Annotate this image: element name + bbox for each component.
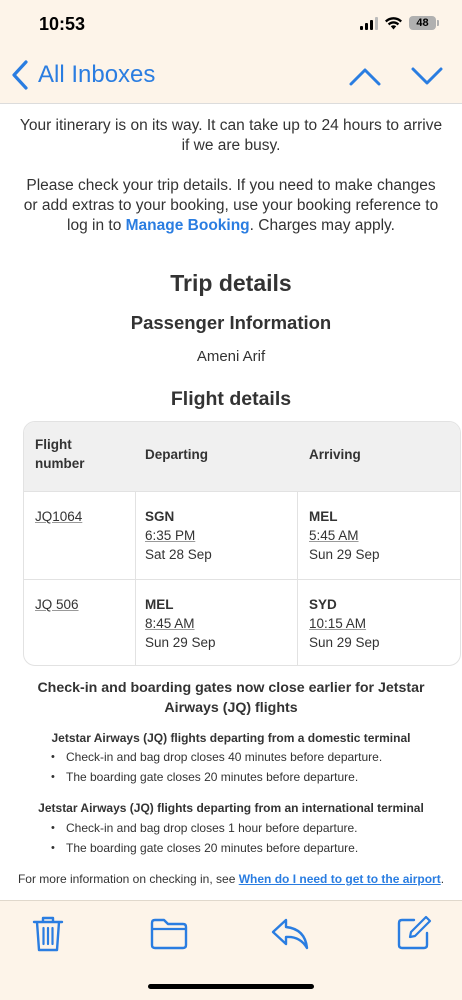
departure-date: Sat 28 Sep — [145, 547, 212, 562]
flight-number-header-line2: number — [35, 456, 85, 471]
arrival-date: Sun 29 Sep — [309, 547, 380, 562]
departure-cell: MEL 8:45 AM Sun 29 Sep — [145, 595, 216, 652]
list-item: The boarding gate closes 20 minutes befo… — [51, 838, 358, 858]
passenger-name: Ameni Arif — [196, 348, 266, 365]
status-time: 10:53 — [39, 14, 86, 34]
international-list: Check-in and bag drop closes 1 hour befo… — [51, 818, 358, 858]
trip-details-heading: Trip details — [170, 270, 292, 296]
back-to-inboxes-button[interactable]: All Inboxes — [10, 58, 155, 92]
itinerary-note: Your itinerary is on its way. It can tak… — [19, 117, 443, 154]
list-item: The boarding gate closes 20 minutes befo… — [51, 767, 382, 787]
delete-button[interactable] — [31, 915, 65, 958]
chevron-left-icon — [12, 60, 28, 90]
table-row: JQ 506 MEL 8:45 AM Sun 29 Sep SYD 10:15 … — [24, 579, 460, 665]
cellular-signal-icon — [360, 16, 378, 30]
flight-number-header: Flight number — [35, 435, 85, 473]
list-item: Check-in and bag drop closes 1 hour befo… — [51, 818, 358, 838]
flight-details-heading: Flight details — [170, 388, 292, 410]
table-row: JQ1064 SGN 6:35 PM Sat 28 Sep MEL 5:45 A… — [24, 491, 460, 579]
airport-timing-link[interactable]: When do I need to get to the airport — [239, 872, 441, 886]
charges-text: . Charges may apply. — [249, 217, 395, 234]
chevron-down-icon — [411, 67, 443, 85]
domestic-heading: Jetstar Airways (JQ) flights departing f… — [51, 731, 411, 745]
arrival-time: 5:45 AM — [309, 528, 359, 543]
trash-icon — [32, 916, 64, 952]
departure-date: Sun 29 Sep — [145, 635, 216, 650]
arrival-date: Sun 29 Sep — [309, 635, 380, 650]
compose-button[interactable] — [396, 915, 432, 956]
folder-icon — [150, 918, 188, 950]
email-body: Your itinerary is on its way. It can tak… — [0, 104, 462, 900]
international-heading: Jetstar Airways (JQ) flights departing f… — [38, 801, 424, 815]
passenger-info-heading: Passenger Information — [130, 312, 332, 333]
departure-airport: SGN — [145, 509, 175, 524]
departing-header: Departing — [145, 447, 209, 462]
departure-time: 6:35 PM — [145, 528, 196, 543]
list-item: Check-in and bag drop closes 40 minutes … — [51, 747, 382, 767]
flight-number-link[interactable]: JQ1064 — [35, 507, 82, 526]
arrival-airport: SYD — [309, 597, 337, 612]
departure-cell: SGN 6:35 PM Sat 28 Sep — [145, 507, 212, 564]
domestic-list: Check-in and bag drop closes 40 minutes … — [51, 747, 382, 787]
compose-icon — [397, 915, 432, 950]
more-info-end: . — [440, 872, 445, 886]
home-indicator — [148, 984, 314, 989]
reply-icon — [271, 918, 309, 950]
move-to-folder-button[interactable] — [150, 918, 188, 955]
arriving-header: Arriving — [309, 447, 361, 462]
table-header: Flight number Departing Arriving — [24, 422, 460, 491]
next-message-button[interactable] — [410, 64, 444, 93]
reply-button[interactable] — [270, 917, 310, 956]
departure-time: 8:45 AM — [145, 616, 195, 631]
more-info-line: For more information on checking in, see… — [0, 872, 462, 886]
arrival-time: 10:15 AM — [309, 616, 367, 631]
arrival-cell: SYD 10:15 AM Sun 29 Sep — [309, 595, 380, 652]
manage-booking-link[interactable]: Manage Booking — [126, 217, 250, 234]
check-in-notice-heading: Check-in and boarding gates now close ea… — [37, 680, 425, 716]
status-icons: 48 — [360, 16, 439, 30]
flight-table: Flight number Departing Arriving JQ1064 … — [23, 421, 461, 666]
arrival-airport: MEL — [309, 509, 338, 524]
battery-icon: 48 — [409, 16, 439, 30]
status-bar: 10:53 48 — [0, 0, 462, 50]
more-info-text: For more information on checking in, see — [17, 872, 239, 886]
departure-airport: MEL — [145, 597, 174, 612]
mail-nav-bar: All Inboxes — [0, 50, 462, 104]
check-details-note: Please check your trip details. If you n… — [0, 176, 462, 236]
wifi-icon — [385, 16, 402, 29]
flight-number-link[interactable]: JQ 506 — [35, 595, 79, 614]
flight-number-header-line1: Flight — [35, 437, 72, 452]
back-label: All Inboxes — [38, 61, 156, 88]
arrival-cell: MEL 5:45 AM Sun 29 Sep — [309, 507, 380, 564]
previous-message-button[interactable] — [348, 64, 382, 93]
chevron-up-icon — [349, 68, 381, 86]
